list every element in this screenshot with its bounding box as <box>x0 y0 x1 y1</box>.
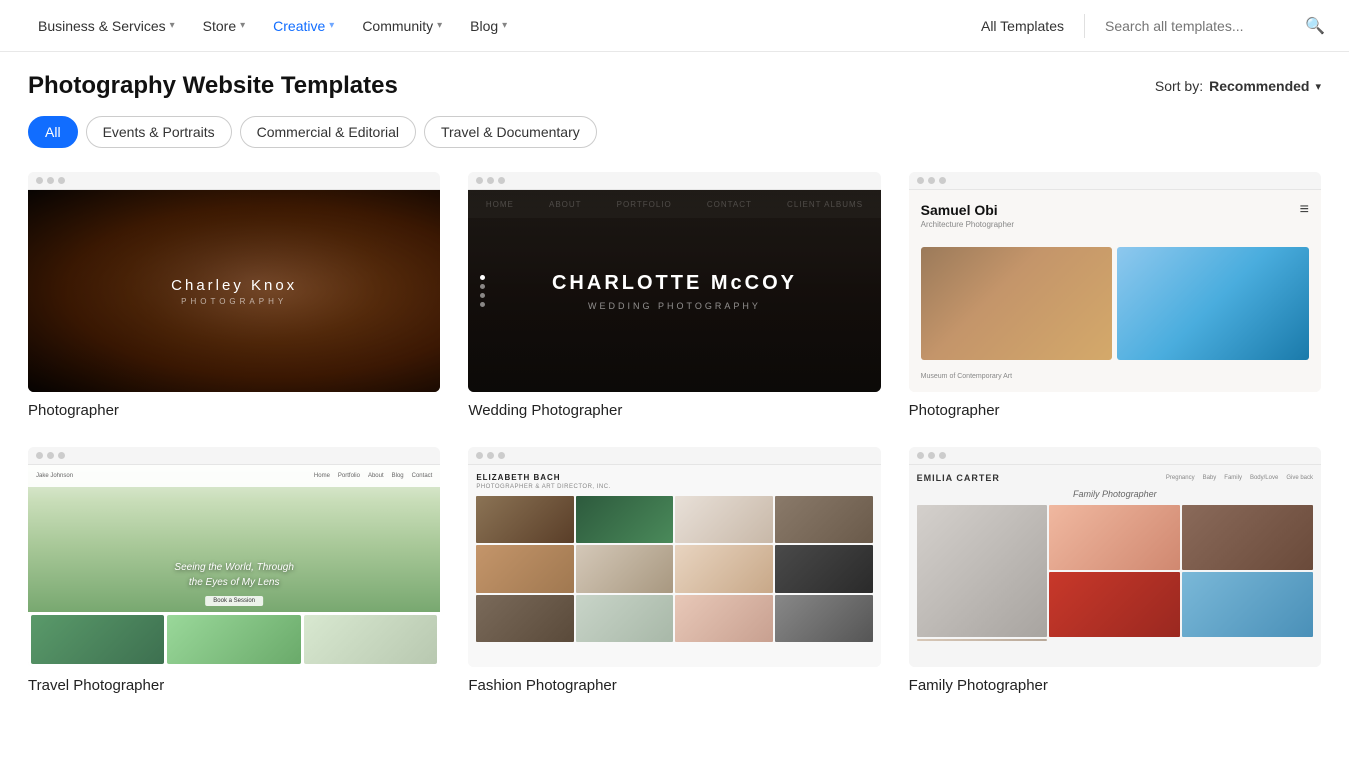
template-card-fashion[interactable]: ELIZABETH BACH PHOTOGRAPHER & ART DIRECT… <box>468 447 880 694</box>
template-card-wedding[interactable]: HOMEABOUTPORTFOLIOCONTACTCLIENT ALBUMS C… <box>468 172 880 419</box>
chevron-down-icon: ▾ <box>240 20 245 31</box>
template-label-2: Wedding Photographer <box>468 402 880 419</box>
window-dot-1 <box>36 452 43 459</box>
nav-item-store[interactable]: Store ▾ <box>189 0 260 52</box>
window-dot-2 <box>47 452 54 459</box>
filter-tabs: All Events & Portraits Commercial & Edit… <box>0 116 1349 168</box>
window-dot-1 <box>917 452 924 459</box>
template-thumb-1: Charley Knox PHOTOGRAPHY <box>28 172 440 392</box>
window-dot-2 <box>487 452 494 459</box>
nav-item-business[interactable]: Business & Services ▾ <box>24 0 189 52</box>
page-header: Photography Website Templates Sort by: R… <box>0 52 1349 116</box>
template-thumb-4: Jake Johnson HomePortfolioAboutBlogConta… <box>28 447 440 667</box>
nav-label-creative: Creative <box>273 18 325 34</box>
filter-tab-commercial[interactable]: Commercial & Editorial <box>240 116 416 148</box>
nav-right: All Templates 🔍 <box>981 14 1325 38</box>
template-thumb-6: EMILIA CARTER PregnancyBabyFamilyBody/Lo… <box>909 447 1321 667</box>
template-card-photographer-1[interactable]: Charley Knox PHOTOGRAPHY Photographer <box>28 172 440 419</box>
chevron-down-icon: ▾ <box>1315 80 1321 93</box>
sort-by-label: Sort by: <box>1155 78 1203 94</box>
nav-label-community: Community <box>362 18 433 34</box>
window-dot-2 <box>487 177 494 184</box>
filter-tab-all[interactable]: All <box>28 116 78 148</box>
window-dot-3 <box>58 452 65 459</box>
template-label-5: Fashion Photographer <box>468 677 880 694</box>
templates-grid: Charley Knox PHOTOGRAPHY Photographer <box>0 168 1349 734</box>
nav-item-blog[interactable]: Blog ▾ <box>456 0 521 52</box>
search-icon[interactable]: 🔍 <box>1305 16 1325 36</box>
nav-items: Business & Services ▾ Store ▾ Creative ▾… <box>24 0 981 52</box>
template-thumb-3: Samuel Obi Architecture Photographer ≡ M… <box>909 172 1321 392</box>
filter-tab-events[interactable]: Events & Portraits <box>86 116 232 148</box>
window-dot-2 <box>928 452 935 459</box>
window-dot-1 <box>476 177 483 184</box>
chevron-down-icon: ▾ <box>170 20 175 31</box>
nav-divider <box>1084 14 1085 38</box>
search-input[interactable] <box>1105 18 1297 34</box>
template-label-3: Photographer <box>909 402 1321 419</box>
filter-tab-travel[interactable]: Travel & Documentary <box>424 116 597 148</box>
template-label-1: Photographer <box>28 402 440 419</box>
window-dot-3 <box>58 177 65 184</box>
search-bar: 🔍 <box>1105 16 1325 36</box>
nav-label-blog: Blog <box>470 18 498 34</box>
window-dot-2 <box>928 177 935 184</box>
page-title: Photography Website Templates <box>28 72 398 100</box>
sort-by[interactable]: Sort by: Recommended ▾ <box>1155 78 1321 94</box>
window-dot-1 <box>36 177 43 184</box>
nav-label-store: Store <box>203 18 236 34</box>
template-card-travel[interactable]: Jake Johnson HomePortfolioAboutBlogConta… <box>28 447 440 694</box>
nav-label-business: Business & Services <box>38 18 166 34</box>
charlotte-dots <box>480 275 485 307</box>
template-thumb-2: HOMEABOUTPORTFOLIOCONTACTCLIENT ALBUMS C… <box>468 172 880 392</box>
template-label-6: Family Photographer <box>909 677 1321 694</box>
sort-value: Recommended <box>1209 78 1309 94</box>
nav-item-creative[interactable]: Creative ▾ <box>259 0 348 52</box>
window-dot-3 <box>939 452 946 459</box>
template-thumb-5: ELIZABETH BACH PHOTOGRAPHER & ART DIRECT… <box>468 447 880 667</box>
window-dot-1 <box>917 177 924 184</box>
window-dot-3 <box>498 177 505 184</box>
window-dot-3 <box>939 177 946 184</box>
template-card-family[interactable]: EMILIA CARTER PregnancyBabyFamilyBody/Lo… <box>909 447 1321 694</box>
nav-item-community[interactable]: Community ▾ <box>348 0 456 52</box>
navbar: Business & Services ▾ Store ▾ Creative ▾… <box>0 0 1349 52</box>
window-dot-1 <box>476 452 483 459</box>
chevron-down-icon: ▾ <box>437 20 442 31</box>
template-card-photographer-2[interactable]: Samuel Obi Architecture Photographer ≡ M… <box>909 172 1321 419</box>
all-templates-link[interactable]: All Templates <box>981 18 1064 34</box>
window-dot-2 <box>47 177 54 184</box>
chevron-down-icon: ▾ <box>329 20 334 31</box>
window-dot-3 <box>498 452 505 459</box>
template-label-4: Travel Photographer <box>28 677 440 694</box>
chevron-down-icon: ▾ <box>502 20 507 31</box>
